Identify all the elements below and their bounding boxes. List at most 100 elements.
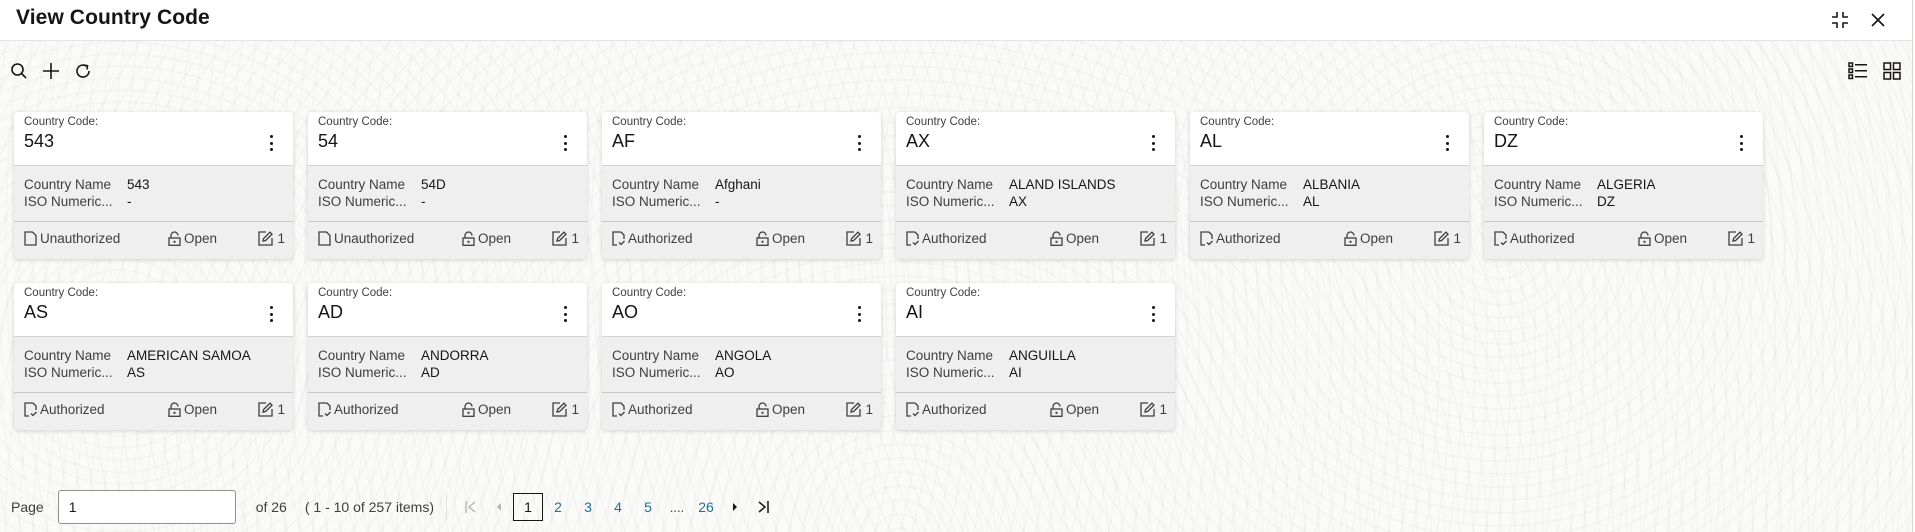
edit-icon xyxy=(258,402,274,417)
country-card-as[interactable]: Country Code: AS Country Name AMERICAN S… xyxy=(14,283,293,430)
authorization-status-text: Unauthorized xyxy=(40,231,121,246)
previous-page-icon[interactable] xyxy=(485,493,513,521)
page-1-button[interactable]: 1 xyxy=(513,493,544,521)
version-count[interactable]: 1 xyxy=(846,402,873,417)
country-card-ao[interactable]: Country Code: AO Country Name ANGOLA ISO… xyxy=(602,283,881,430)
country-name-row: Country Name ALBANIA xyxy=(1200,176,1459,193)
country-card-ai[interactable]: Country Code: AI Country Name ANGUILLA I… xyxy=(896,283,1175,430)
card-footer: Authorized Open 1 xyxy=(896,222,1175,258)
more-options-icon[interactable] xyxy=(851,132,867,154)
country-code-value: 54 xyxy=(318,131,339,151)
record-lock-text: Open xyxy=(1066,231,1100,246)
country-name-row: Country Name AMERICAN SAMOA xyxy=(24,347,283,364)
card-footer: Unauthorized Open 1 xyxy=(308,222,587,258)
country-card-ax[interactable]: Country Code: AX Country Name ALAND ISLA… xyxy=(896,112,1175,259)
more-options-icon[interactable] xyxy=(557,132,573,154)
record-lock-text: Open xyxy=(184,402,218,417)
country-code-label: Country Code: xyxy=(24,287,99,299)
unlock-icon xyxy=(1344,231,1357,246)
record-lock-status: Open xyxy=(756,402,805,417)
page-number-input[interactable] xyxy=(57,490,236,524)
country-card-54[interactable]: Country Code: 54 Country Name 54D ISO Nu… xyxy=(308,112,587,259)
card-header: Country Code: AF xyxy=(602,112,881,166)
page-3-button[interactable]: 3 xyxy=(573,493,603,521)
more-options-icon[interactable] xyxy=(1145,303,1161,325)
country-card-dz[interactable]: Country Code: DZ Country Name ALGERIA IS… xyxy=(1484,112,1763,259)
country-code-value: AS xyxy=(24,302,49,322)
more-options-icon[interactable] xyxy=(1439,132,1455,154)
country-code-label: Country Code: xyxy=(24,116,99,128)
last-page-icon[interactable] xyxy=(749,493,777,521)
refresh-icon[interactable] xyxy=(72,60,94,82)
more-options-icon[interactable] xyxy=(557,303,573,325)
country-card-543[interactable]: Country Code: 543 Country Name 543 ISO N… xyxy=(14,112,293,259)
more-options-icon[interactable] xyxy=(1145,132,1161,154)
version-count[interactable]: 1 xyxy=(552,402,579,417)
country-name-value: ANGUILLA xyxy=(1009,348,1076,363)
version-count[interactable]: 1 xyxy=(258,402,285,417)
record-lock-status: Open xyxy=(1638,231,1687,246)
version-count[interactable]: 1 xyxy=(1434,231,1461,246)
next-page-icon[interactable] xyxy=(721,493,749,521)
authorized-document-icon xyxy=(612,231,625,246)
version-count[interactable]: 1 xyxy=(258,231,285,246)
title-bar: View Country Code xyxy=(0,0,1912,41)
search-icon[interactable] xyxy=(8,60,30,82)
card-footer: Unauthorized Open 1 xyxy=(14,222,293,258)
iso-numeric-label: ISO Numeric... xyxy=(906,194,995,209)
country-card-af[interactable]: Country Code: AF Country Name Afghani IS… xyxy=(602,112,881,259)
record-lock-text: Open xyxy=(478,402,512,417)
unlock-icon xyxy=(1638,231,1651,246)
version-count[interactable]: 1 xyxy=(1140,402,1167,417)
country-name-value: ALBANIA xyxy=(1303,177,1361,192)
card-footer: Authorized Open 1 xyxy=(896,393,1175,429)
version-number: 1 xyxy=(865,402,873,417)
view-toggle xyxy=(1847,60,1903,82)
version-number: 1 xyxy=(865,231,873,246)
version-count[interactable]: 1 xyxy=(1728,231,1755,246)
add-icon[interactable] xyxy=(40,60,62,82)
country-code-value: AX xyxy=(906,131,931,151)
more-options-icon[interactable] xyxy=(1733,132,1749,154)
card-body: Country Name ALGERIA ISO Numeric... DZ xyxy=(1484,166,1763,222)
authorization-status-text: Authorized xyxy=(334,402,399,417)
authorization-status: Authorized xyxy=(318,402,399,417)
more-options-icon[interactable] xyxy=(263,132,279,154)
page-5-button[interactable]: 5 xyxy=(633,493,663,521)
pagination-ellipsis: .... xyxy=(669,499,685,515)
country-code-label: Country Code: xyxy=(318,116,393,128)
record-lock-text: Open xyxy=(772,402,806,417)
grid-view-icon[interactable] xyxy=(1881,60,1903,82)
list-view-icon[interactable] xyxy=(1847,60,1869,82)
country-card-ad[interactable]: Country Code: AD Country Name ANDORRA IS… xyxy=(308,283,587,430)
close-icon[interactable] xyxy=(1866,8,1890,32)
page-label: Page xyxy=(11,499,44,515)
record-lock-status: Open xyxy=(756,231,805,246)
unlock-icon xyxy=(462,231,475,246)
record-lock-text: Open xyxy=(1654,231,1688,246)
version-count[interactable]: 1 xyxy=(846,231,873,246)
page-title: View Country Code xyxy=(16,6,210,29)
more-options-icon[interactable] xyxy=(851,303,867,325)
card-header: Country Code: 54 xyxy=(308,112,587,166)
record-lock-status: Open xyxy=(168,231,217,246)
version-count[interactable]: 1 xyxy=(552,231,579,246)
first-page-icon[interactable] xyxy=(457,493,485,521)
country-name-label: Country Name xyxy=(24,348,112,363)
iso-numeric-row: ISO Numeric... AI xyxy=(906,364,1165,381)
last-page-number-button[interactable]: 26 xyxy=(691,493,721,521)
authorization-status-text: Authorized xyxy=(1510,231,1575,246)
more-options-icon[interactable] xyxy=(263,303,279,325)
version-count[interactable]: 1 xyxy=(1140,231,1167,246)
country-card-al[interactable]: Country Code: AL Country Name ALBANIA IS… xyxy=(1190,112,1469,259)
record-lock-text: Open xyxy=(478,231,512,246)
authorization-status: Authorized xyxy=(906,402,987,417)
page-4-button[interactable]: 4 xyxy=(603,493,633,521)
page-2-button[interactable]: 2 xyxy=(543,493,573,521)
iso-numeric-value: - xyxy=(715,194,720,209)
country-name-value: 54D xyxy=(421,177,446,192)
country-code-label: Country Code: xyxy=(612,116,687,128)
unlock-icon xyxy=(462,402,475,417)
compress-icon[interactable] xyxy=(1828,8,1852,32)
card-body: Country Name ANGOLA ISO Numeric... AO xyxy=(602,337,881,393)
